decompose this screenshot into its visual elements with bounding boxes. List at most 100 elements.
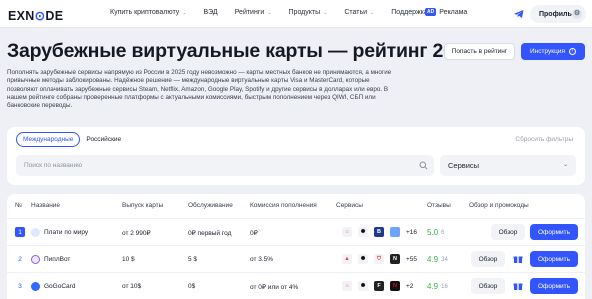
apply-button[interactable]: Оформить (530, 251, 578, 267)
card-type-tabs: Международные Российские (16, 132, 127, 147)
shield-icon: ⛉ (374, 254, 384, 264)
more-services-count: +2 (406, 282, 414, 290)
rating: 4.9 16 (427, 282, 448, 291)
info-icon: › (569, 48, 576, 55)
search-placeholder: Поиск по названию (24, 162, 82, 169)
chevron-down-icon: ⌄ (267, 9, 272, 16)
col-header-services: Сервисы (336, 202, 363, 209)
chevron-down-icon: ⌄ (323, 9, 328, 16)
figma-icon: F (374, 281, 384, 291)
services-icons: ⌂ ✺ F N +2 (342, 281, 413, 291)
table-row[interactable]: 2 ПиплВот 10 $ 5 $ от 3.5% ▲ ✺ ⛉ N +55 4… (7, 245, 585, 272)
ad-badge: AD (425, 8, 437, 16)
openai-icon: ✺ (358, 254, 368, 264)
rating: 5.0 6 (427, 228, 444, 237)
topup-fee: 0₽ (250, 230, 258, 237)
ranking-table: № Название Выпуск карты Обслуживание Ком… (7, 194, 585, 299)
reviews-count[interactable]: 6 (441, 230, 444, 236)
rating-value: 4.9 (427, 255, 439, 264)
issue-price: 10 $ (122, 256, 135, 263)
col-header-fee: Комиссия пополнения (250, 202, 317, 209)
service-price: 5 $ (188, 256, 198, 263)
tab-russian[interactable]: Российские (80, 132, 127, 147)
exnode-logo[interactable]: EXN⊙DE (8, 8, 63, 23)
col-header-service: Обслуживание (188, 202, 233, 209)
services-icons: ▲ ✺ ⛉ N +55 (342, 254, 417, 264)
instruction-button[interactable]: Инструкция › (521, 43, 585, 60)
issue-price: от 2 990₽ (122, 230, 151, 237)
card-name[interactable]: GoGoCard (44, 283, 75, 290)
ad-link[interactable]: AD Реклама (425, 8, 467, 16)
openai-icon: ✺ (358, 227, 368, 237)
rating-value: 5.0 (427, 228, 439, 237)
topup-fee: от 0₽ или от 4% (250, 284, 299, 291)
service-price: 0$ (188, 283, 196, 290)
nav-item-ved[interactable]: ВЭД (203, 9, 217, 16)
nav-item-buy-crypto[interactable]: Купить криптовалюту ⌄ (110, 9, 186, 16)
rank-number: 2 (18, 255, 22, 263)
notion-icon: N (390, 254, 400, 264)
gear-icon: ⚙ (572, 9, 582, 19)
review-button[interactable]: Обзор (491, 224, 525, 240)
apply-button[interactable]: Оформить (530, 278, 578, 294)
airbnb-icon: ⌂ (342, 281, 352, 291)
apply-button[interactable]: Оформить (530, 224, 578, 240)
card-name[interactable]: ПиплВот (44, 256, 70, 263)
chevron-down-icon: ⌄ (562, 162, 568, 168)
chevron-down-icon: ⌄ (370, 9, 375, 16)
rating-value: 4.9 (427, 282, 439, 291)
more-services-count: +16 (406, 228, 418, 236)
col-header-reviews: Отзывы (427, 202, 451, 209)
reviews-count[interactable]: 34 (441, 257, 448, 263)
openai-icon: ✺ (358, 281, 368, 291)
intro-text: Пополнять зарубежные сервисы напрямую из… (7, 69, 392, 110)
reviews-count[interactable]: 16 (441, 284, 448, 290)
service-price: 0₽ первый год (188, 230, 232, 237)
rating: 4.9 34 (427, 255, 448, 264)
table-row[interactable]: 1 Плати по миру от 2 990₽ 0₽ первый год … (7, 218, 585, 245)
nav-item-articles[interactable]: Статьи ⌄ (344, 9, 374, 16)
main-nav: Купить криптовалюту ⌄ ВЭД Рейтинги ⌄ Проду… (110, 9, 452, 16)
page-title: Зарубежные виртуальные карты — рейтинг 2… (7, 40, 476, 62)
instruction-label: Инструкция (530, 48, 565, 55)
promo-code-icon[interactable] (513, 254, 523, 264)
card-logo (31, 228, 40, 237)
search-input[interactable]: Поиск по названию (16, 155, 434, 176)
search-icon (419, 161, 428, 170)
topup-fee: от 3.5% (250, 256, 274, 263)
nav-item-ratings[interactable]: Рейтинги ⌄ (235, 9, 272, 16)
card-logo (31, 255, 40, 264)
services-icons: ⌂ ✺ B +16 (342, 227, 417, 237)
airbnb-icon: ▲ (342, 254, 352, 264)
submit-to-rating-button[interactable]: Попасть в рейтинг (444, 43, 515, 60)
tab-international[interactable]: Международные (16, 132, 81, 147)
review-button[interactable]: Обзор (471, 278, 505, 294)
profile-label: Профиль (539, 10, 572, 18)
more-services-count: +55 (406, 255, 418, 263)
col-header-number: № (15, 202, 22, 209)
rank-number: 1 (15, 227, 25, 237)
issue-price: от 10$ (122, 283, 142, 290)
netflix-icon: N (390, 281, 400, 291)
services-select-value: Сервисы (448, 161, 480, 170)
col-header-review-promos: Обзор и промокоды (469, 202, 529, 209)
chevron-down-icon: ⌄ (182, 9, 187, 16)
profile-button[interactable]: Профиль ⚙ (530, 5, 586, 23)
top-navigation-bar: EXN⊙DE Купить криптовалюту ⌄ ВЭД Рейтинги… (0, 0, 592, 28)
filter-panel: Международные Российские Сбросить фильтр… (7, 127, 585, 185)
card-service-icon (390, 227, 400, 237)
ad-label: Реклама (439, 8, 468, 16)
nav-item-products[interactable]: Продукты ⌄ (289, 9, 328, 16)
promo-code-icon[interactable] (513, 281, 523, 291)
col-header-issue: Выпуск карты (122, 202, 164, 209)
col-header-name: Название (31, 202, 61, 209)
reset-filters-link[interactable]: Сбросить фильтры (515, 136, 573, 143)
review-button[interactable]: Обзор (471, 251, 505, 267)
services-select[interactable]: Сервисы ⌄ (440, 155, 576, 176)
telegram-icon[interactable] (512, 7, 526, 21)
rank-number: 3 (18, 282, 22, 290)
table-row[interactable]: 3 GoGoCard от 10$ 0$ от 0₽ или от 4% ⌂ ✺… (7, 272, 585, 299)
card-name[interactable]: Плати по миру (44, 229, 88, 236)
booking-icon: B (374, 227, 384, 237)
card-logo (31, 282, 40, 291)
